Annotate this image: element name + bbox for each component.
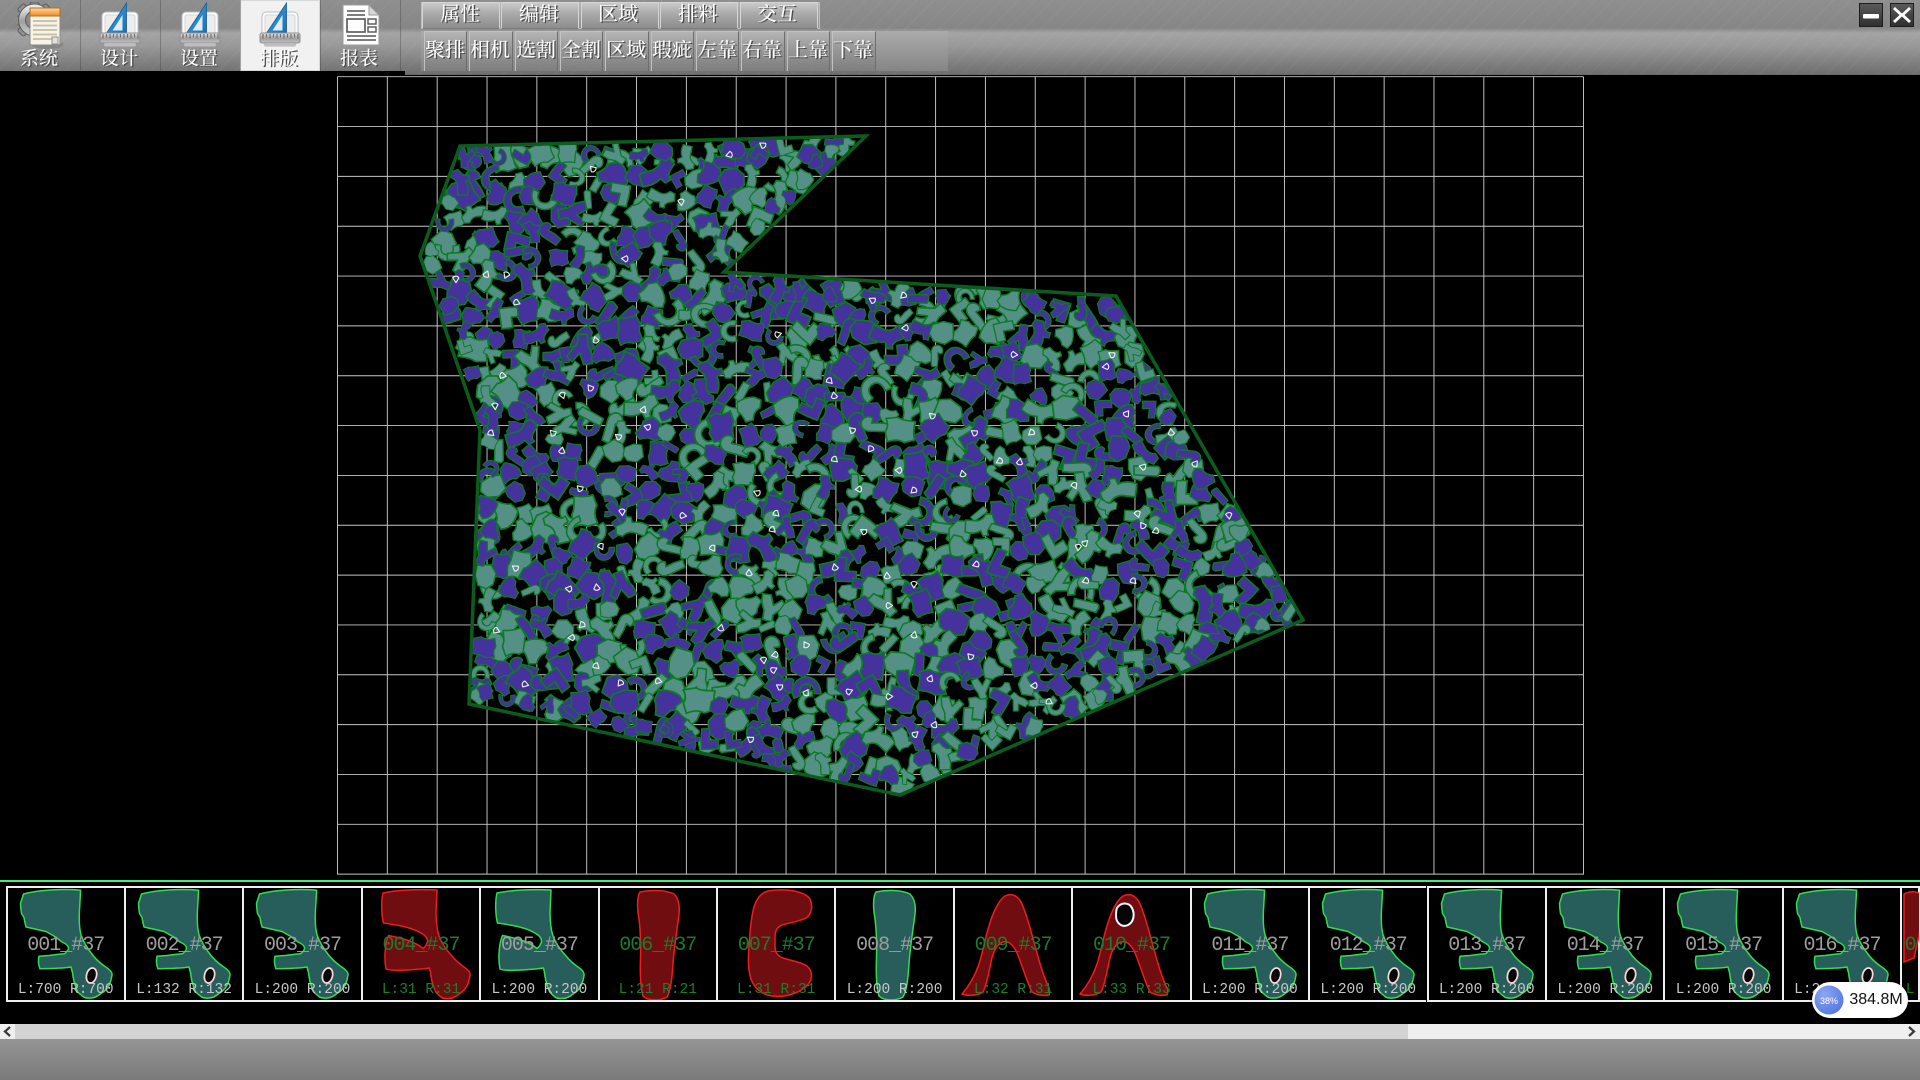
svg-text:38%: 38% [1820, 996, 1838, 1006]
